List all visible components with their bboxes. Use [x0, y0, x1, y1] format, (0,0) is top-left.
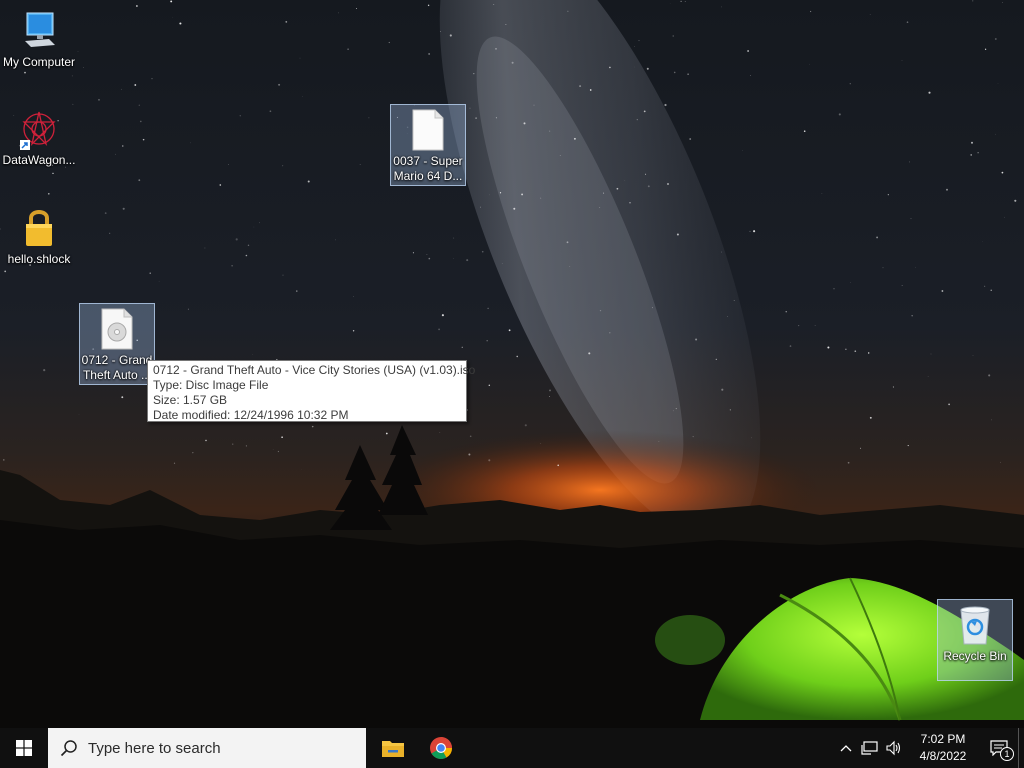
system-tray: 7:02 PM 4/8/2022 1 — [834, 728, 1024, 768]
desktop-icon-my-computer[interactable]: My Computer — [1, 6, 77, 88]
datawagon-icon — [18, 108, 60, 150]
show-desktop-button[interactable] — [1018, 728, 1024, 768]
tooltip-filename: 0712 - Grand Theft Auto - Vice City Stor… — [153, 363, 476, 377]
chrome-icon — [430, 737, 452, 759]
clock-time: 7:02 PM — [920, 732, 966, 746]
volume-button[interactable] — [882, 728, 906, 768]
taskbar: Type here to search 7:02 PM 4/8/2022 1 — [0, 728, 1024, 768]
taskbar-chrome[interactable] — [417, 728, 465, 768]
desktop-icon-mario-file[interactable]: 0037 - Super Mario 64 D... — [390, 104, 466, 186]
windows-logo-icon — [16, 740, 32, 756]
network-icon — [861, 741, 878, 755]
lock-icon — [18, 207, 60, 249]
file-explorer-icon — [382, 741, 404, 757]
start-button[interactable] — [0, 728, 48, 768]
search-icon — [60, 740, 77, 757]
desktop-icon-hello-shlock[interactable]: hello.shlock — [1, 203, 77, 285]
desktop-icon-gta-iso[interactable]: 0712 - Grand Theft Auto ... — [79, 303, 155, 385]
show-hidden-icons-button[interactable] — [834, 728, 858, 768]
recycle-bin-icon — [954, 604, 996, 646]
desktop-icon-datawagon[interactable]: DataWagon... — [1, 104, 77, 186]
taskbar-file-explorer[interactable] — [369, 728, 417, 768]
taskbar-clock[interactable]: 7:02 PM 4/8/2022 — [906, 731, 980, 765]
file-info-tooltip: 0712 - Grand Theft Auto - Vice City Stor… — [147, 360, 476, 422]
notification-count-badge: 1 — [1000, 747, 1014, 761]
chevron-up-icon — [840, 745, 852, 752]
desktop-icon-recycle-bin[interactable]: Recycle Bin — [937, 599, 1013, 681]
network-button[interactable] — [858, 728, 882, 768]
taskbar-search-box[interactable]: Type here to search — [48, 728, 366, 768]
speaker-icon — [886, 740, 901, 756]
action-center-button[interactable]: 1 — [980, 728, 1018, 768]
disc-image-file-icon — [96, 308, 138, 350]
tooltip-type: Type: Disc Image File — [153, 378, 269, 392]
search-placeholder: Type here to search — [88, 739, 221, 757]
tooltip-date-modified: Date modified: 12/24/1996 10:32 PM — [153, 408, 349, 422]
computer-icon — [18, 10, 60, 52]
tooltip-size: Size: 1.57 GB — [153, 393, 228, 407]
blank-file-icon — [407, 109, 449, 151]
clock-date: 4/8/2022 — [919, 749, 967, 763]
